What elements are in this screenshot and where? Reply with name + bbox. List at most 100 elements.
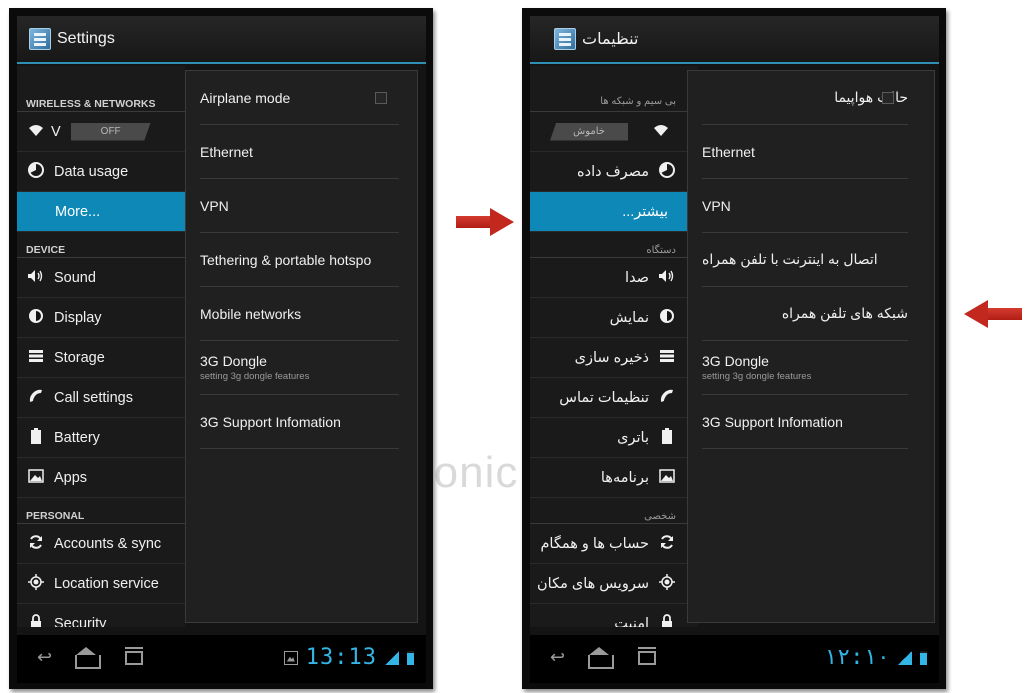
comparison-stage: ronic Settings WIRELESS & NETWORKS V OFF xyxy=(0,0,1031,693)
item-label: Ethernet xyxy=(200,143,253,160)
sidebar-item-storage[interactable]: ذخیره سازی xyxy=(530,338,698,378)
sidebar-item-call-settings[interactable]: تنظیمات تماس xyxy=(530,378,698,418)
sidebar-item-sound[interactable]: Sound xyxy=(17,258,185,298)
sidebar-item-label: سرویس های مکان xyxy=(537,575,649,592)
sidebar-item-label: بیشتر... xyxy=(622,203,668,220)
brightness-icon xyxy=(27,308,45,328)
section-device: DEVICE xyxy=(17,232,185,258)
screenshot-notification-icon xyxy=(283,650,298,665)
data-usage-icon xyxy=(658,161,676,182)
sidebar-item-security[interactable]: امنیت xyxy=(530,604,698,627)
sidebar-item-label: More... xyxy=(55,203,101,220)
back-icon[interactable]: ↩ xyxy=(550,647,565,668)
sidebar-item-wifi[interactable]: خاموش xyxy=(530,112,698,152)
sync-icon xyxy=(658,534,676,554)
persian-tablet-screenshot: تنظیمات بی سیم و شبکه ها خاموش مصرف داده xyxy=(522,8,946,689)
sidebar-item-accounts-sync[interactable]: حساب ها و همگام xyxy=(530,524,698,564)
airplane-mode-item[interactable]: حالت هواپیما xyxy=(702,71,908,125)
sidebar-item-location[interactable]: سرویس های مکان xyxy=(530,564,698,604)
sidebar-item-label: تنظیمات تماس xyxy=(559,389,649,406)
vpn-item[interactable]: VPN xyxy=(200,179,399,233)
sidebar-item-display[interactable]: نمایش xyxy=(530,298,698,338)
sidebar-item-apps[interactable]: برنامه‌ها xyxy=(530,458,698,498)
sidebar-item-label: Battery xyxy=(54,429,100,446)
vpn-item[interactable]: VPN xyxy=(702,179,908,233)
wifi-toggle[interactable]: خاموش xyxy=(550,122,628,141)
brightness-icon xyxy=(658,308,676,328)
sidebar-item-label: باتری xyxy=(617,429,649,446)
sidebar-item-wifi[interactable]: V OFF xyxy=(17,112,185,152)
section-wireless-networks: بی سیم و شبکه ها xyxy=(530,66,698,112)
battery-status-icon xyxy=(407,650,414,665)
settings-headers-list: WIRELESS & NETWORKS V OFF Data usage Mor… xyxy=(17,66,185,627)
sidebar-item-location[interactable]: Location service xyxy=(17,564,185,604)
item-label: 3G Dongle xyxy=(702,353,769,369)
status-area: ۱۲:۱۰ xyxy=(824,645,927,670)
action-bar-title: تنظیمات xyxy=(582,31,639,48)
item-label: شبکه های تلفن همراه xyxy=(781,305,908,321)
item-label: 3G Support Infomation xyxy=(200,413,341,430)
sidebar-item-apps[interactable]: Apps xyxy=(17,458,185,498)
3g-support-item[interactable]: 3G Support Infomation xyxy=(200,395,399,449)
sidebar-item-battery[interactable]: باتری xyxy=(530,418,698,458)
sidebar-item-sound[interactable]: صدا xyxy=(530,258,698,298)
location-target-icon xyxy=(658,573,676,594)
recent-apps-icon[interactable] xyxy=(125,647,143,665)
back-icon[interactable]: ↩ xyxy=(37,647,52,668)
section-device: دستگاه xyxy=(530,232,698,258)
sync-icon xyxy=(27,534,45,554)
recent-apps-icon[interactable] xyxy=(638,647,656,665)
sidebar-item-label: V xyxy=(51,123,61,140)
sidebar-item-label: Call settings xyxy=(54,389,133,406)
more-settings-panel: Airplane mode Ethernet VPN Tethering & p… xyxy=(185,70,418,623)
ethernet-item[interactable]: Ethernet xyxy=(702,125,908,179)
sidebar-item-storage[interactable]: Storage xyxy=(17,338,185,378)
system-navigation-bar: ↩ ۱۲:۱۰ xyxy=(530,635,939,683)
sidebar-item-label: صدا xyxy=(625,269,649,286)
location-target-icon xyxy=(27,573,45,594)
wifi-icon xyxy=(27,123,45,141)
english-screen: Settings WIRELESS & NETWORKS V OFF Data … xyxy=(17,16,426,683)
3g-support-item[interactable]: 3G Support Infomation xyxy=(702,395,908,449)
action-bar-title: Settings xyxy=(57,30,115,47)
tethering-item[interactable]: Tethering & portable hotspo xyxy=(200,233,399,287)
action-bar: Settings xyxy=(17,16,426,64)
lock-icon xyxy=(658,613,676,627)
sidebar-item-accounts-sync[interactable]: Accounts & sync xyxy=(17,524,185,564)
mobile-networks-item[interactable]: Mobile networks xyxy=(200,287,399,341)
sidebar-item-battery[interactable]: Battery xyxy=(17,418,185,458)
status-area: 13:13 xyxy=(283,645,414,670)
phone-handset-icon xyxy=(27,388,45,408)
sidebar-item-more[interactable]: More... xyxy=(17,192,185,232)
3g-dongle-item[interactable]: 3G Dongle setting 3g dongle features xyxy=(702,341,908,395)
action-bar: تنظیمات xyxy=(530,16,939,64)
sidebar-item-security[interactable]: Security xyxy=(17,604,185,627)
sidebar-item-label: Apps xyxy=(54,469,88,486)
sidebar-item-more[interactable]: بیشتر... xyxy=(530,192,698,232)
sidebar-item-data-usage[interactable]: Data usage xyxy=(17,152,185,192)
sidebar-item-display[interactable]: Display xyxy=(17,298,185,338)
sidebar-item-data-usage[interactable]: مصرف داده xyxy=(530,152,698,192)
speaker-icon xyxy=(27,269,45,287)
mobile-networks-item[interactable]: شبکه های تلفن همراه xyxy=(702,287,908,341)
settings-app-icon[interactable] xyxy=(29,28,51,50)
red-arrow-right-icon xyxy=(456,208,516,236)
3g-dongle-item[interactable]: 3G Dongle setting 3g dongle features xyxy=(200,341,399,395)
sidebar-item-call-settings[interactable]: Call settings xyxy=(17,378,185,418)
item-label: Ethernet xyxy=(702,143,755,160)
airplane-mode-checkbox[interactable] xyxy=(375,92,387,104)
section-personal: PERSONAL xyxy=(17,498,185,524)
sidebar-item-label: امنیت xyxy=(614,615,649,628)
sidebar-item-label: Sound xyxy=(54,269,96,286)
sidebar-item-label: ذخیره سازی xyxy=(574,349,649,366)
airplane-mode-checkbox[interactable] xyxy=(882,92,894,104)
sidebar-item-label: Display xyxy=(54,309,102,326)
ethernet-item[interactable]: Ethernet xyxy=(200,125,399,179)
airplane-mode-item[interactable]: Airplane mode xyxy=(200,71,399,125)
wifi-toggle[interactable]: OFF xyxy=(70,122,151,141)
settings-app-icon[interactable] xyxy=(554,28,576,50)
home-icon[interactable] xyxy=(588,647,614,665)
sidebar-item-label: Data usage xyxy=(54,163,129,180)
home-icon[interactable] xyxy=(75,647,101,665)
tethering-item[interactable]: اتصال به اینترنت با تلفن همراه xyxy=(702,233,908,287)
